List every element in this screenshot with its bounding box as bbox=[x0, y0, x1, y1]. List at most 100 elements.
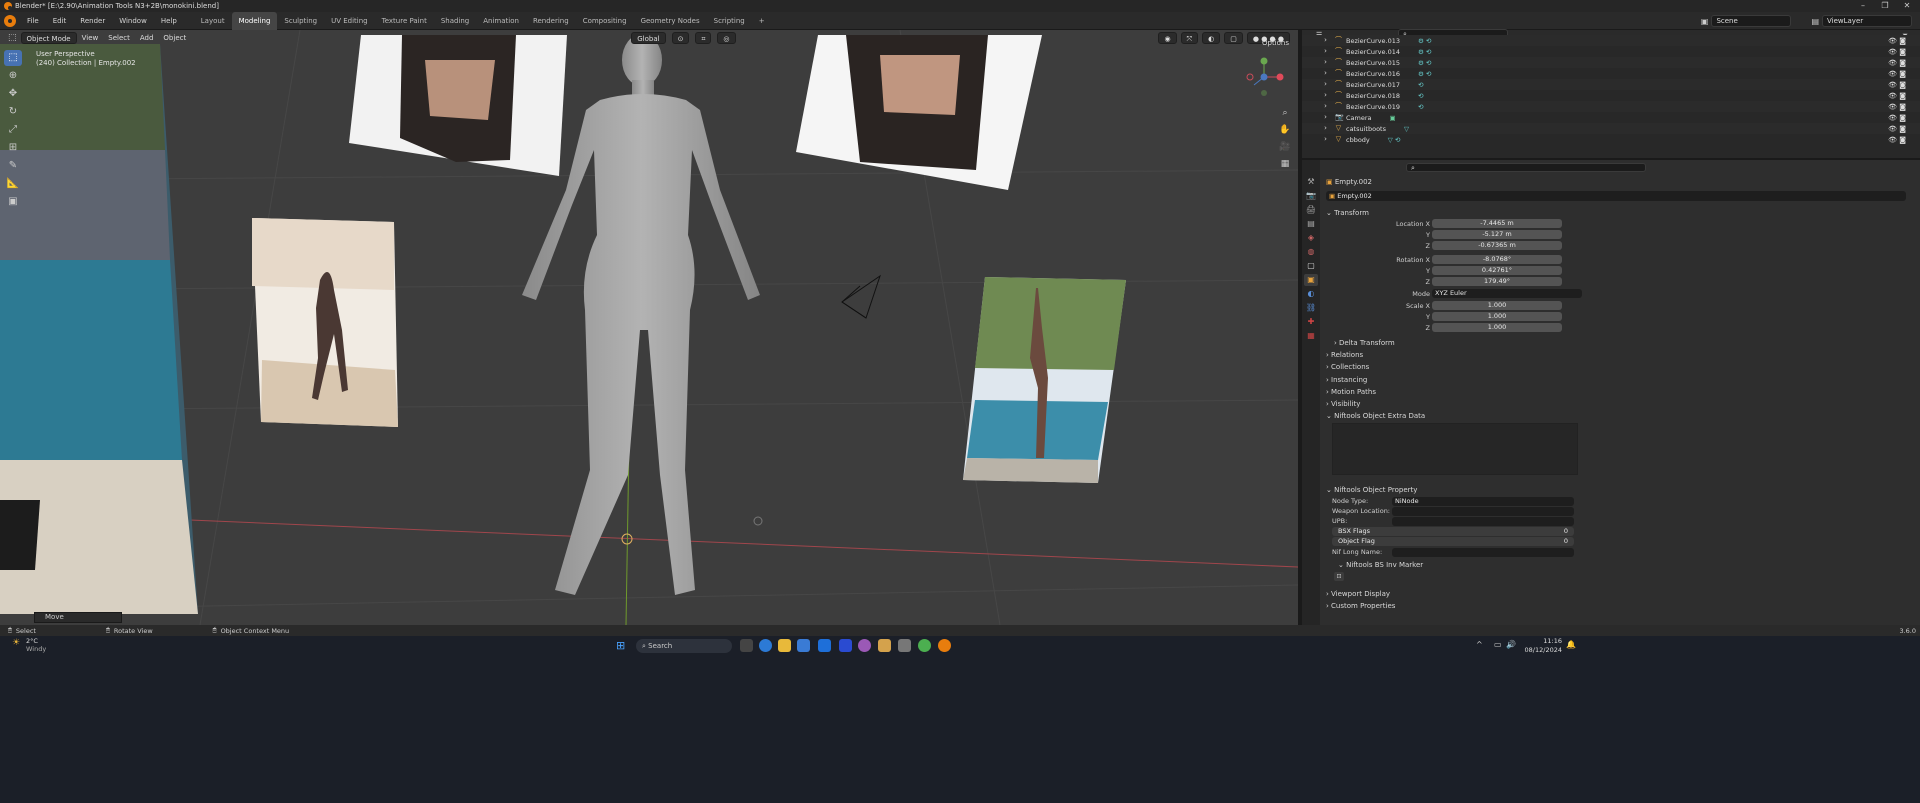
rotation-x-field[interactable]: -8.0768° bbox=[1432, 255, 1562, 264]
close-icon[interactable]: ✕ bbox=[1896, 0, 1918, 12]
pan-hand-icon[interactable]: ✋ bbox=[1278, 123, 1292, 137]
niftools-object-property-panel[interactable]: ⌄ Niftools Object Property bbox=[1326, 484, 1906, 496]
visibility-toggles[interactable]: 👁 ◙ bbox=[1888, 114, 1906, 122]
data-tab-icon[interactable]: ✚ bbox=[1304, 316, 1318, 328]
network-icon[interactable]: ▭ bbox=[1494, 640, 1502, 649]
list-item[interactable]: › ⌒ BezierCurve.017 ⟲ 👁 ◙ bbox=[1302, 79, 1920, 90]
editor-type-icon[interactable]: ⬚ bbox=[8, 33, 17, 43]
list-item[interactable]: › ⌒ BezierCurve.015 ⚙ ⟲ 👁 ◙ bbox=[1302, 57, 1920, 68]
transform-icon[interactable]: ⊞ bbox=[4, 140, 22, 156]
edge-browser-icon[interactable] bbox=[759, 639, 772, 652]
scene-tab-icon[interactable]: ◈ bbox=[1304, 232, 1318, 244]
navigation-gizmo[interactable] bbox=[1242, 55, 1286, 99]
menu-add[interactable]: Add bbox=[135, 32, 159, 44]
visibility-toggles[interactable]: 👁 ◙ bbox=[1888, 81, 1906, 89]
object-name-field[interactable]: ▣ Empty.002 bbox=[1326, 191, 1906, 201]
visibility-toggles[interactable]: 👁 ◙ bbox=[1888, 70, 1906, 78]
list-item[interactable]: › ▽ catsuitboots ▽ 👁 ◙ bbox=[1302, 123, 1920, 134]
location-y-field[interactable]: -5.127 m bbox=[1432, 230, 1562, 239]
visibility-toggles[interactable]: 👁 ◙ bbox=[1888, 48, 1906, 56]
rotation-y-field[interactable]: 0.42761° bbox=[1432, 266, 1562, 275]
measure-icon[interactable]: 📐 bbox=[4, 176, 22, 192]
view-layer-tab-icon[interactable]: ▤ bbox=[1304, 218, 1318, 230]
object-tab-icon[interactable]: ▣ bbox=[1304, 274, 1318, 286]
scale-z-field[interactable]: 1.000 bbox=[1432, 323, 1562, 332]
menu-select[interactable]: Select bbox=[103, 32, 135, 44]
reference-image-right[interactable] bbox=[963, 277, 1126, 483]
weapon-location-input[interactable] bbox=[1392, 507, 1574, 516]
menu-edit[interactable]: Edit bbox=[46, 12, 74, 30]
select-box-icon[interactable]: ⬚ bbox=[4, 50, 22, 66]
tab-uv-editing[interactable]: UV Editing bbox=[324, 12, 375, 30]
reference-image-top-right[interactable] bbox=[796, 35, 1042, 190]
grid-toggle-icon[interactable]: ▦ bbox=[1278, 157, 1292, 171]
store-icon[interactable] bbox=[797, 639, 810, 652]
custom-properties-panel[interactable]: › Custom Properties bbox=[1326, 600, 1906, 612]
bsx-flags-field[interactable]: BSX Flags 0 bbox=[1332, 527, 1574, 536]
copilot-icon[interactable] bbox=[858, 639, 871, 652]
zoom-icon[interactable]: ⌕ bbox=[1278, 106, 1292, 120]
tab-compositing[interactable]: Compositing bbox=[576, 12, 634, 30]
tab-animation[interactable]: Animation bbox=[476, 12, 526, 30]
physics-tab-icon[interactable]: ◐ bbox=[1304, 288, 1318, 300]
orientation-selector[interactable]: Global bbox=[631, 32, 666, 44]
node-type-select[interactable]: NiNode bbox=[1392, 497, 1574, 506]
delta-transform-panel[interactable]: › Delta Transform bbox=[1334, 337, 1914, 349]
rotate-icon[interactable]: ↻ bbox=[4, 104, 22, 120]
clock-time[interactable]: 11:16 bbox=[1522, 637, 1562, 645]
visibility-toggles[interactable]: 👁 ◙ bbox=[1888, 103, 1906, 111]
menu-view[interactable]: View bbox=[77, 32, 104, 44]
relations-panel[interactable]: › Relations bbox=[1326, 349, 1906, 361]
xray-icon[interactable]: ▢ bbox=[1224, 32, 1243, 44]
add-workspace-button[interactable]: + bbox=[752, 12, 772, 30]
location-z-field[interactable]: -0.67365 m bbox=[1432, 241, 1562, 250]
cursor-icon[interactable]: ⊕ bbox=[4, 68, 22, 84]
add-cube-icon[interactable]: ▣ bbox=[4, 194, 22, 210]
visibility-toggles[interactable]: 👁 ◙ bbox=[1888, 125, 1906, 133]
start-windows-icon[interactable]: ⊞ bbox=[616, 639, 625, 652]
list-item[interactable]: › 📷 Camera ▣ 👁 ◙ bbox=[1302, 112, 1920, 123]
rotation-z-field[interactable]: 179.49° bbox=[1432, 277, 1562, 286]
empty-object[interactable] bbox=[841, 274, 881, 319]
notifications-icon[interactable]: 🔔 bbox=[1566, 640, 1576, 649]
last-operator-panel[interactable]: Move bbox=[34, 612, 122, 623]
blender-menu-icon[interactable] bbox=[4, 14, 16, 27]
visibility-panel[interactable]: › Visibility bbox=[1326, 398, 1906, 410]
list-item[interactable]: › ⌒ BezierCurve.013 ⚙ ⟲ 👁 ◙ bbox=[1302, 35, 1920, 46]
list-item[interactable]: › ⌒ BezierCurve.019 ⟲ 👁 ◙ bbox=[1302, 101, 1920, 112]
chrome-icon[interactable] bbox=[918, 639, 931, 652]
light-object[interactable] bbox=[753, 516, 763, 526]
viewport-display-panel[interactable]: › Viewport Display bbox=[1326, 588, 1906, 600]
minimize-icon[interactable]: – bbox=[1852, 0, 1874, 12]
gizmo-toggle-icon[interactable]: ⤧ bbox=[1180, 32, 1199, 44]
motion-paths-panel[interactable]: › Motion Paths bbox=[1326, 386, 1906, 398]
properties-search-input[interactable]: ⌕ bbox=[1406, 163, 1646, 172]
visibility-toggles[interactable]: 👁 ◙ bbox=[1888, 92, 1906, 100]
rotation-mode-select[interactable]: XYZ Euler bbox=[1432, 289, 1582, 298]
overlays-icon[interactable]: ◐ bbox=[1202, 32, 1221, 44]
render-tab-icon[interactable]: 📷 bbox=[1304, 190, 1318, 202]
transform-panel-header[interactable]: ⌄ Transform bbox=[1326, 207, 1906, 219]
visibility-toggles[interactable]: 👁 ◙ bbox=[1888, 59, 1906, 67]
collection-tab-icon[interactable]: ▢ bbox=[1304, 260, 1318, 272]
pivot-icon[interactable]: ⊙ bbox=[671, 32, 690, 44]
app-2-icon[interactable] bbox=[878, 639, 891, 652]
list-item[interactable]: › ⌒ BezierCurve.018 ⟲ 👁 ◙ bbox=[1302, 90, 1920, 101]
tray-chevron-icon[interactable]: ^ bbox=[1476, 640, 1483, 649]
scale-icon[interactable]: ⤢ bbox=[4, 122, 22, 138]
weather-icon[interactable]: ☀ bbox=[12, 638, 20, 648]
tab-rendering[interactable]: Rendering bbox=[526, 12, 576, 30]
proportional-edit-icon[interactable]: ◎ bbox=[717, 32, 736, 44]
annotate-icon[interactable]: ✎ bbox=[4, 158, 22, 174]
menu-render[interactable]: Render bbox=[73, 12, 112, 30]
pool-background-plane[interactable] bbox=[0, 44, 198, 614]
tab-shading[interactable]: Shading bbox=[434, 12, 476, 30]
texture-tab-icon[interactable]: ▦ bbox=[1304, 330, 1318, 342]
app-3-icon[interactable] bbox=[898, 639, 911, 652]
tab-modeling[interactable]: Modeling bbox=[231, 11, 278, 30]
app-icon[interactable] bbox=[839, 639, 852, 652]
collections-panel[interactable]: › Collections bbox=[1326, 361, 1906, 373]
tab-texture-paint[interactable]: Texture Paint bbox=[375, 12, 434, 30]
task-view-icon[interactable] bbox=[740, 639, 753, 652]
mode-selector[interactable]: Object Mode bbox=[20, 32, 77, 44]
